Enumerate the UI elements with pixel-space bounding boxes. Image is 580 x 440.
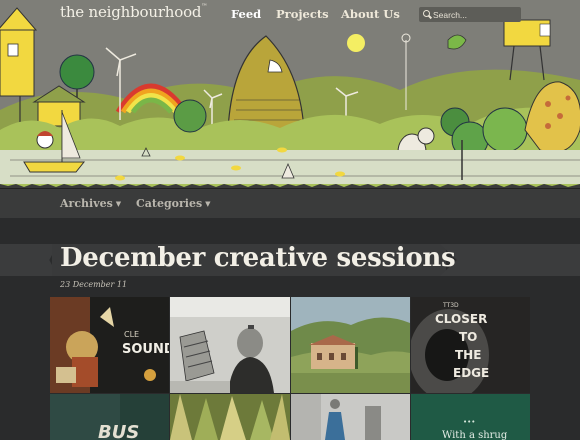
svg-text:CLE: CLE xyxy=(124,330,139,339)
nav-about-link[interactable]: About Us xyxy=(341,7,400,21)
chevron-down-icon: ▼ xyxy=(205,200,211,208)
thumbnail-image: BUS xyxy=(50,394,169,440)
gallery-thumb-figure[interactable] xyxy=(291,394,410,440)
categories-dropdown[interactable]: Categories ▼ xyxy=(136,197,211,210)
archives-label: Archives xyxy=(60,197,113,210)
categories-label: Categories xyxy=(136,197,203,210)
thumbnail-image xyxy=(170,394,290,440)
svg-text:THE: THE xyxy=(455,348,481,362)
title-ribbon-right xyxy=(440,244,580,276)
svg-text:With a shrug: With a shrug xyxy=(442,430,508,440)
category-subnav: Archives ▼ Categories ▼ xyxy=(0,188,580,218)
gallery-thumb-portrait[interactable] xyxy=(170,297,290,393)
gallery-thumb-with-a-shrug[interactable]: ••• With a shrug xyxy=(411,394,530,440)
chevron-down-icon: ▼ xyxy=(115,200,122,208)
svg-text:BUS: BUS xyxy=(98,422,139,440)
nav-projects-link[interactable]: Projects xyxy=(276,7,329,21)
post-title[interactable]: December creative sessions xyxy=(60,243,456,273)
thumbnail-image: ••• With a shrug xyxy=(411,394,530,440)
archives-dropdown[interactable]: Archives ▼ xyxy=(60,197,121,210)
svg-text:SOUND: SOUND xyxy=(122,342,169,357)
svg-text:TT3D: TT3D xyxy=(442,302,459,309)
search-input[interactable] xyxy=(433,9,517,20)
title-ribbon-left xyxy=(0,244,58,276)
svg-text:EDGE: EDGE xyxy=(453,366,489,380)
top-nav: the neighbourhood™ Feed Projects About U… xyxy=(0,0,580,30)
svg-text:TO: TO xyxy=(459,330,477,344)
thumbnail-image: CLE SOUND xyxy=(50,297,169,393)
thumbnail-image: TT3D CLOSER TO THE EDGE xyxy=(411,297,530,393)
search-box[interactable] xyxy=(419,7,521,22)
thumbnail-image xyxy=(291,297,410,393)
nav-feed-link[interactable]: Feed xyxy=(231,7,261,21)
svg-text:•••: ••• xyxy=(463,418,475,426)
thumbnail-image xyxy=(170,297,290,393)
search-icon xyxy=(419,7,433,22)
thumbnail-image xyxy=(291,394,410,440)
gallery-thumb-bus[interactable]: BUS xyxy=(50,394,169,440)
gallery-thumb-leaves[interactable] xyxy=(170,394,290,440)
site-logo[interactable]: the neighbourhood™ xyxy=(60,3,207,21)
svg-text:CLOSER: CLOSER xyxy=(435,312,487,326)
header-illustration: the neighbourhood™ Feed Projects About U… xyxy=(0,0,580,188)
gallery-thumb-closer-to-the-edge[interactable]: TT3D CLOSER TO THE EDGE xyxy=(411,297,530,393)
gallery-thumb-sound[interactable]: CLE SOUND xyxy=(50,297,169,393)
post-date: 23 December 11 xyxy=(60,280,128,289)
gallery-thumb-landscape[interactable] xyxy=(291,297,410,393)
